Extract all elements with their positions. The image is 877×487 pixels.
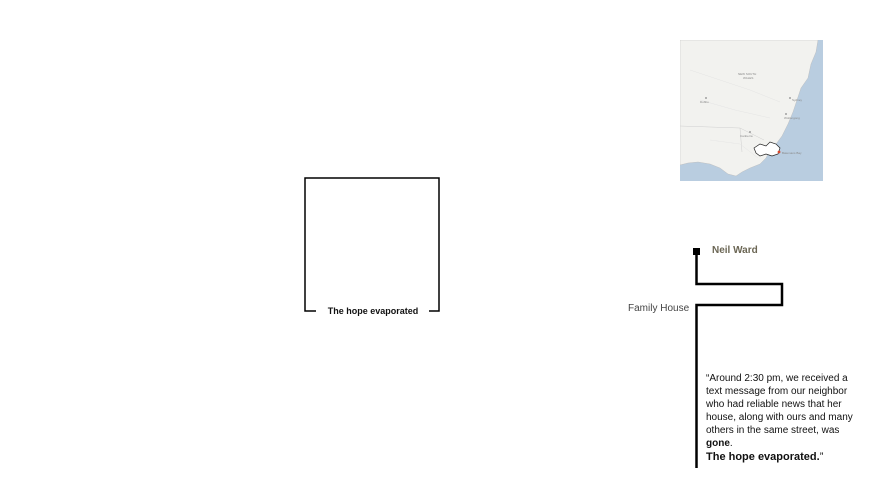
region-map: NEW SOUTH WALES Dubbo Sydney Canberra Ba… <box>679 39 823 181</box>
map-place-label: Sydney <box>792 98 803 102</box>
region-map-graphic <box>679 39 823 181</box>
person-label: Neil Ward <box>712 245 758 256</box>
quote-period: . <box>729 438 733 449</box>
quote-closing-mark: ” <box>819 451 824 463</box>
map-place-label: Dubbo <box>700 100 709 104</box>
person-marker <box>693 248 700 255</box>
quote-text: “Around 2:30 pm, we received a text mess… <box>706 373 853 436</box>
map-place-label: Batemans Bay <box>782 151 802 155</box>
quote-closing-line: The hope evaporated. <box>706 451 820 463</box>
quote-block: “Around 2:30 pm, we received a text mess… <box>706 372 856 464</box>
center-frame-label: The hope evaporated <box>327 306 419 316</box>
center-frame-outline <box>304 177 440 312</box>
location-label: Family House <box>628 303 690 314</box>
quote-bold-word: gone <box>706 438 730 449</box>
map-place-label: Wollongong <box>784 116 800 120</box>
map-place-label: Canberra <box>740 134 753 138</box>
center-frame: The hope evaporated <box>304 177 440 316</box>
map-state-label-line-2: WALES <box>743 76 754 80</box>
